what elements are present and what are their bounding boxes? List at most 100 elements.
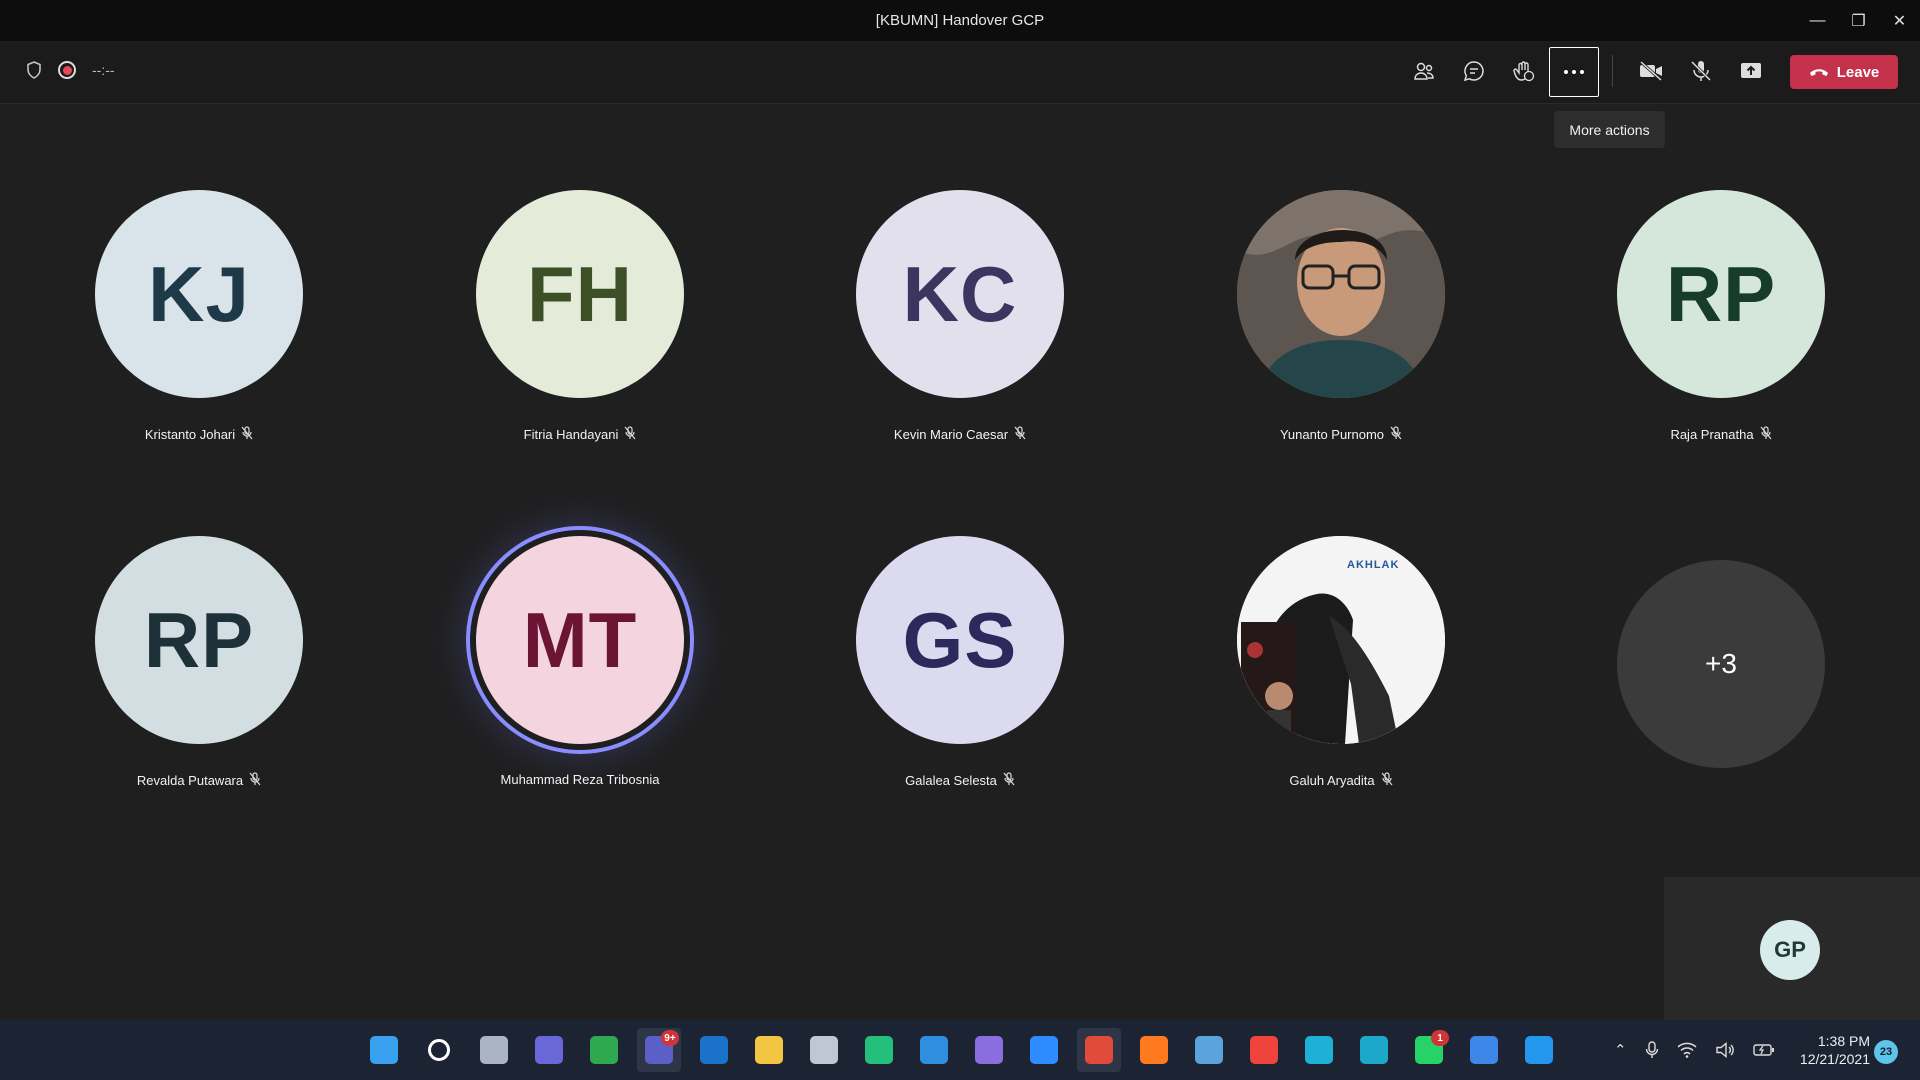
reactions-button[interactable] [1500,47,1548,95]
taskbar-outlook-button[interactable] [692,1028,736,1072]
taskbar-task-view-button[interactable] [472,1028,516,1072]
taskbar-vscode-button[interactable] [912,1028,956,1072]
vscode-icon [920,1036,948,1064]
participant-name: Galalea Selesta [845,772,1075,789]
avatar: GS [856,536,1064,744]
recording-icon[interactable] [58,61,76,79]
participant-name: Galuh Aryadita [1226,772,1456,789]
more-actions-tooltip: More actions [1554,111,1665,148]
taskbar-anydesk-button[interactable] [1242,1028,1286,1072]
participant-tile[interactable]: RP Raja Pranatha [1606,190,1836,443]
ellipsis-icon [1564,70,1584,74]
taskbar-file-explorer-button[interactable] [747,1028,791,1072]
todo-icon [1470,1036,1498,1064]
taskbar-ulauncher-button[interactable] [582,1028,626,1072]
taskbar-photos-button[interactable] [967,1028,1011,1072]
participant-name: Kristanto Johari [84,426,314,443]
participant-tile[interactable]: Yunanto Purnomo [1226,190,1456,443]
task-view-icon [480,1036,508,1064]
chat-icon [1463,61,1484,82]
system-tray: ⌃ [1614,1020,1775,1080]
shield-icon[interactable] [26,61,42,79]
window-title: [KBUMN] Handover GCP [875,12,1045,29]
chat-button[interactable] [1450,47,1498,95]
participant-name: Revalda Putawara [84,772,314,789]
share-icon [1741,63,1761,78]
taskbar-powertoys-button[interactable] [1352,1028,1396,1072]
battery-icon[interactable] [1752,1043,1775,1057]
hang-up-icon [1809,69,1828,76]
mic-off-icon [1390,426,1402,443]
avatar-speaking: MT [476,536,684,744]
avatar: RP [1617,190,1825,398]
powertoys-icon [1360,1036,1388,1064]
ulauncher-icon [590,1036,618,1064]
window-controls: — ❐ ✕ [1797,0,1920,41]
taskbar-windows-start-button[interactable] [362,1028,406,1072]
windows-start-icon [370,1036,398,1064]
taskbar-vscode-insiders-button[interactable] [857,1028,901,1072]
participant-name: Yunanto Purnomo [1226,426,1456,443]
avatar: RP [95,536,303,744]
participant-tile[interactable]: KJ Kristanto Johari [84,190,314,443]
chevron-up-icon[interactable]: ⌃ [1614,1041,1627,1059]
meeting-timer: --:-- [92,62,115,78]
system-clock[interactable]: 1:38 PM 12/21/2021 [1790,1032,1870,1068]
wifi-icon[interactable] [1677,1042,1697,1058]
share-screen-button[interactable] [1727,47,1775,95]
taskbar-remote-desktop-button[interactable] [1187,1028,1231,1072]
participant-tile[interactable]: KC Kevin Mario Caesar [845,190,1075,443]
profile-photo: AKHLAK [1237,536,1445,744]
taskbar: 9+ 1 ⌃ 1:38 PM 12/21/2021 23 [0,1020,1920,1080]
taskbar-cloud-app-button[interactable] [802,1028,846,1072]
leave-label: Leave [1836,63,1880,81]
participant-tile[interactable]: MT Muhammad Reza Tribosnia [465,536,695,787]
taskbar-zoom-button[interactable] [1022,1028,1066,1072]
close-button[interactable]: ✕ [1879,0,1920,41]
mic-off-icon [1003,772,1015,789]
taskbar-todo-button[interactable] [1462,1028,1506,1072]
taskbar-chrome-button[interactable] [1077,1028,1121,1072]
avatar: FH [476,190,684,398]
firefox-icon [1140,1036,1168,1064]
restore-button[interactable]: ❐ [1838,0,1879,41]
taskbar-docker-button[interactable] [1517,1028,1561,1072]
avatar: KC [856,190,1064,398]
title-bar: [KBUMN] Handover GCP — ❐ ✕ [0,0,1920,41]
participant-tile[interactable]: FH Fitria Handayani [465,190,695,443]
leave-button[interactable]: Leave [1790,55,1898,89]
taskbar-whatsapp-button[interactable]: 1 [1407,1028,1451,1072]
clock-time: 1:38 PM [1817,1033,1870,1049]
more-actions-button[interactable] [1549,47,1599,97]
anydesk-icon [1250,1036,1278,1064]
taskbar-teams-chat-button[interactable] [527,1028,571,1072]
mic-toggle-button[interactable] [1677,47,1725,95]
photos-icon [975,1036,1003,1064]
avatar-photo [1237,190,1445,398]
toolbar-divider [1612,55,1613,87]
participant-name: Muhammad Reza Tribosnia [500,772,660,787]
raise-hand-icon [1513,61,1535,82]
participant-name: Kevin Mario Caesar [845,426,1075,443]
taskbar-search-button[interactable] [417,1028,461,1072]
participant-name: Raja Pranatha [1606,426,1836,443]
teams-chat-icon [535,1036,563,1064]
participants-button[interactable] [1400,47,1448,95]
taskbar-firefox-button[interactable] [1132,1028,1176,1072]
minimize-button[interactable]: — [1797,0,1838,41]
meeting-toolbar: --:-- Leave [0,41,1920,104]
app-badge: 9+ [661,1030,679,1046]
participant-tile[interactable]: GS Galalea Selesta [845,536,1075,789]
camera-toggle-button[interactable] [1627,47,1675,95]
mic-off-icon [624,426,636,443]
edge-icon [1305,1036,1333,1064]
taskbar-edge-button[interactable] [1297,1028,1341,1072]
notification-badge[interactable]: 23 [1874,1040,1898,1064]
participant-tile[interactable]: AKHLAK Galuh Aryadita [1226,536,1456,789]
self-view[interactable]: GP [1664,877,1920,1020]
volume-icon[interactable] [1715,1042,1735,1058]
taskbar-microsoft-teams-button[interactable]: 9+ [637,1028,681,1072]
participant-tile[interactable]: RP Revalda Putawara [84,536,314,789]
more-participants-button[interactable]: +3 [1617,560,1825,768]
microphone-icon[interactable] [1645,1041,1659,1059]
